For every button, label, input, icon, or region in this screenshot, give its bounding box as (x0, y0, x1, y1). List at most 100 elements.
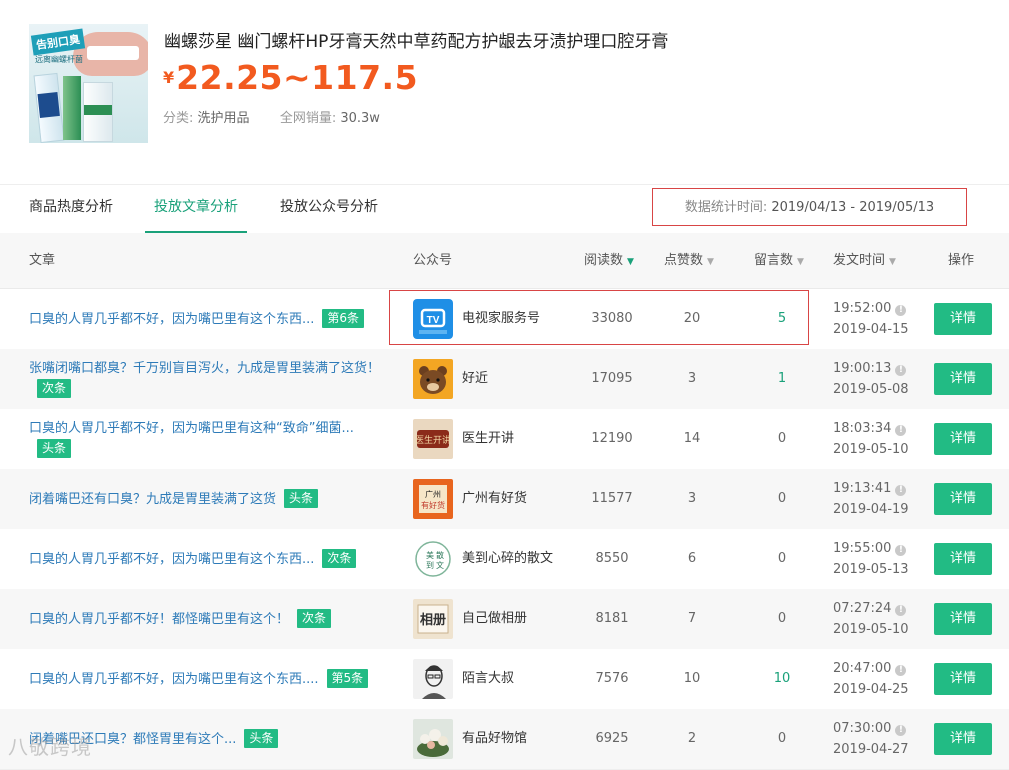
article-title-link[interactable]: 张嘴闭嘴口都臭？千万别盲目泻火，九成是胃里装满了这货！ (29, 361, 380, 376)
tv-icon: TV (413, 299, 453, 339)
account-name[interactable]: 有品好物馆 (462, 719, 527, 759)
article-position-badge: 次条 (37, 379, 72, 398)
account-name[interactable]: 陌言大叔 (462, 659, 514, 699)
article-title-link[interactable]: 闭着嘴巴还有口臭？九成是胃里装满了这货 (29, 492, 276, 507)
article-position-badge: 头条 (244, 728, 279, 748)
col-time[interactable]: 发文时间 ▼ (833, 233, 896, 290)
sort-icon[interactable]: ▼ (707, 257, 714, 267)
product-image[interactable]: 告别口臭 远离幽螺杆菌 (29, 24, 148, 143)
article-position-badge: 次条 (322, 548, 357, 568)
article-title-link[interactable]: 口臭的人胃几乎都不好，因为嘴巴里有这个东西... (29, 312, 314, 327)
table-row: 口臭的人胃几乎都不好，因为嘴巴里有这个东西.... 第5条 陌言大叔 7576 1… (0, 649, 1009, 710)
detail-button[interactable]: 详情 (934, 723, 992, 755)
likes-count: 20 (683, 311, 701, 326)
col-comments[interactable]: 留言数 ▼ (754, 233, 804, 290)
toothpaste-tube-graphic (83, 82, 113, 142)
publish-time: 19:13:41! 2019-04-19 (833, 478, 909, 520)
article-title-link[interactable]: 口臭的人胃几乎都不好！都怪嘴巴里有这个！ (29, 612, 289, 627)
gz-icon: 广州 有好货 (413, 479, 453, 519)
detail-button[interactable]: 详情 (934, 603, 992, 635)
tab-article-analysis[interactable]: 投放文章分析 (145, 185, 247, 233)
reads-count: 11577 (591, 491, 633, 506)
publish-date: 2019-04-27 (833, 742, 909, 757)
comments-count: 0 (777, 431, 787, 446)
reads-count: 8181 (595, 611, 629, 626)
category-value: 洗护用品 (197, 111, 250, 126)
svg-text:医生开讲: 医生开讲 (415, 434, 451, 446)
col-reads[interactable]: 阅读数 ▼ (584, 233, 634, 290)
account-name[interactable]: 自己做相册 (462, 599, 527, 639)
table-header: 文章 公众号 阅读数 ▼ 点赞数 ▼ 留言数 ▼ 发文时间 ▼ 操作 (0, 233, 1009, 289)
info-icon[interactable]: ! (895, 305, 907, 316)
prose-icon: 美到散文 (413, 539, 453, 579)
info-icon[interactable]: ! (895, 605, 907, 616)
likes-count: 7 (687, 611, 697, 626)
publish-time: 20:47:00! 2019-04-25 (833, 658, 909, 700)
product-price: ¥22.25~117.5 (163, 58, 418, 97)
publish-time: 19:00:13! 2019-05-08 (833, 358, 909, 400)
detail-button[interactable]: 详情 (934, 483, 992, 515)
publish-time: 18:03:34! 2019-05-10 (833, 418, 909, 460)
comments-count: 0 (777, 731, 787, 746)
col-likes-label: 点赞数 (664, 253, 704, 268)
info-icon[interactable]: ! (895, 485, 907, 496)
publish-time: 19:55:00! 2019-05-13 (833, 538, 909, 580)
col-time-label: 发文时间 (833, 253, 886, 268)
col-likes[interactable]: 点赞数 ▼ (664, 233, 714, 290)
price-range: 22.25~117.5 (176, 58, 419, 97)
info-icon[interactable]: ! (895, 365, 907, 376)
likes-count: 3 (687, 491, 697, 506)
publish-date: 2019-05-10 (833, 442, 909, 457)
reads-count: 7576 (595, 671, 629, 686)
detail-button[interactable]: 详情 (934, 543, 992, 575)
publish-clock: 18:03:34 (833, 421, 892, 436)
table-row: 口臭的人胃几乎都不好，因为嘴巴里有这个东西... 次条 美到散文 美到心碎的散文 … (0, 529, 1009, 590)
reads-count: 8550 (595, 551, 629, 566)
article-position-badge: 头条 (37, 439, 72, 458)
publish-time: 07:27:24! 2019-05-10 (833, 598, 909, 640)
detail-button[interactable]: 详情 (934, 663, 992, 695)
comments-count[interactable]: 10 (750, 649, 814, 709)
detail-button[interactable]: 详情 (934, 363, 992, 395)
info-icon[interactable]: ! (895, 545, 907, 556)
col-action: 操作 (948, 253, 975, 268)
svg-text:到: 到 (426, 561, 434, 570)
col-reads-label: 阅读数 (584, 253, 624, 268)
publish-clock: 19:55:00 (833, 541, 892, 556)
publish-clock: 19:13:41 (833, 481, 892, 496)
article-cell: 口臭的人胃几乎都不好，因为嘴巴里有这个东西.... 第5条 (29, 649, 389, 709)
account-name[interactable]: 广州有好货 (462, 479, 527, 519)
sort-icon[interactable]: ▼ (797, 257, 804, 267)
article-cell: 张嘴闭嘴口都臭？千万别盲目泻火，九成是胃里装满了这货！ 次条 (29, 349, 389, 409)
detail-button[interactable]: 详情 (934, 423, 992, 455)
account-name[interactable]: 电视家服务号 (462, 299, 540, 339)
account-name[interactable]: 好近 (462, 359, 488, 399)
table-row: 闭着嘴巴还口臭？都怪胃里有这个... 头条 有品好物馆 6925 2 0 07:3… (0, 709, 1009, 770)
article-title-link[interactable]: 口臭的人胃几乎都不好，因为嘴巴里有这个东西.... (29, 672, 319, 687)
detail-button[interactable]: 详情 (934, 303, 992, 335)
info-icon[interactable]: ! (895, 665, 907, 676)
toothpaste-tube-graphic (33, 72, 65, 143)
article-title-link[interactable]: 闭着嘴巴还口臭？都怪胃里有这个... (29, 732, 236, 747)
tab-product-heat[interactable]: 商品热度分析 (29, 185, 113, 231)
sort-desc-icon[interactable]: ▼ (627, 257, 634, 267)
account-name[interactable]: 美到心碎的散文 (462, 539, 553, 579)
publish-date: 2019-04-19 (833, 502, 909, 517)
article-cell: 口臭的人胃几乎都不好，因为嘴巴里有这种“致命”细菌... 头条 (29, 409, 389, 469)
comments-count[interactable]: 5 (750, 289, 814, 349)
tab-account-analysis[interactable]: 投放公众号分析 (280, 185, 378, 231)
teeth-graphic (87, 46, 139, 60)
article-title-link[interactable]: 口臭的人胃几乎都不好，因为嘴巴里有这种“致命”细菌... (29, 421, 354, 436)
product-image-subtag: 远离幽螺杆菌 (35, 55, 83, 64)
account-name[interactable]: 医生开讲 (462, 419, 514, 459)
sort-icon[interactable]: ▼ (889, 257, 896, 267)
comments-count[interactable]: 1 (750, 349, 814, 409)
article-title-link[interactable]: 口臭的人胃几乎都不好，因为嘴巴里有这个东西... (29, 552, 314, 567)
date-range-label: 数据统计时间: (684, 200, 768, 215)
info-icon[interactable]: ! (895, 725, 907, 736)
publish-date: 2019-04-25 (833, 682, 909, 697)
info-icon[interactable]: ! (895, 425, 907, 436)
article-cell: 口臭的人胃几乎都不好！都怪嘴巴里有这个！ 次条 (29, 589, 389, 649)
date-range: 数据统计时间: 2019/04/13 - 2019/05/13 (652, 188, 967, 226)
col-comments-label: 留言数 (754, 253, 794, 268)
